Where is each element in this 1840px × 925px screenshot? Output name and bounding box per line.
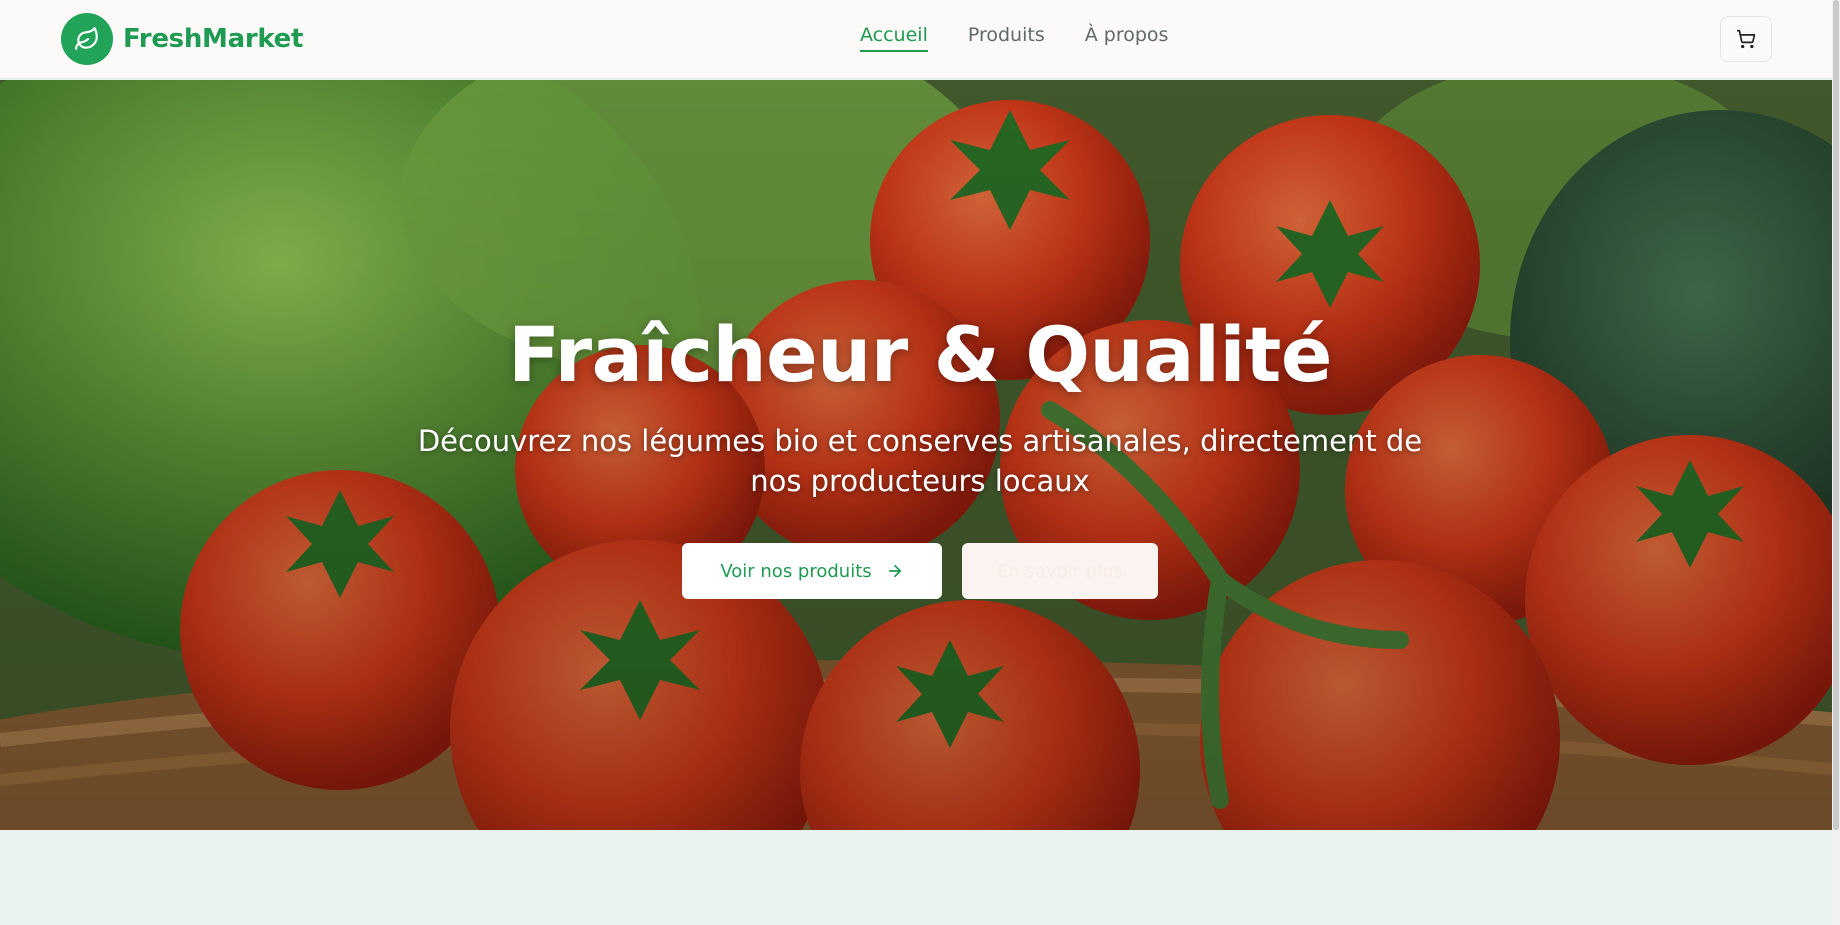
leaf-icon	[61, 13, 113, 65]
learn-more-button[interactable]: En savoir plus	[962, 543, 1158, 599]
hero-content: Fraîcheur & Qualité Découvrez nos légume…	[0, 310, 1840, 599]
hero-title: Fraîcheur & Qualité	[508, 310, 1332, 399]
nav-item-a-propos[interactable]: À propos	[1085, 24, 1169, 52]
brand-name: FreshMarket	[123, 24, 304, 54]
hero-subtitle: Découvrez nos légumes bio et conserves a…	[417, 424, 1423, 498]
site-header: FreshMarket Accueil Produits À propos	[0, 0, 1840, 79]
main-nav: Accueil Produits À propos	[860, 24, 1168, 52]
nav-item-produits[interactable]: Produits	[968, 24, 1045, 52]
view-products-label: Voir nos produits	[720, 560, 872, 582]
cart-icon	[1736, 29, 1756, 49]
page-scrollbar[interactable]	[1832, 0, 1840, 925]
scrollbar-thumb[interactable]	[1833, 0, 1839, 830]
view-products-button[interactable]: Voir nos produits	[682, 543, 942, 599]
hero-cta-row: Voir nos produits En savoir plus	[0, 543, 1840, 599]
brand[interactable]: FreshMarket	[61, 13, 303, 65]
cart-button[interactable]	[1720, 16, 1772, 62]
hero-section: Fraîcheur & Qualité Découvrez nos légume…	[0, 80, 1840, 830]
nav-item-accueil[interactable]: Accueil	[860, 24, 928, 52]
arrow-right-icon	[888, 564, 901, 578]
learn-more-label: En savoir plus	[997, 560, 1123, 582]
